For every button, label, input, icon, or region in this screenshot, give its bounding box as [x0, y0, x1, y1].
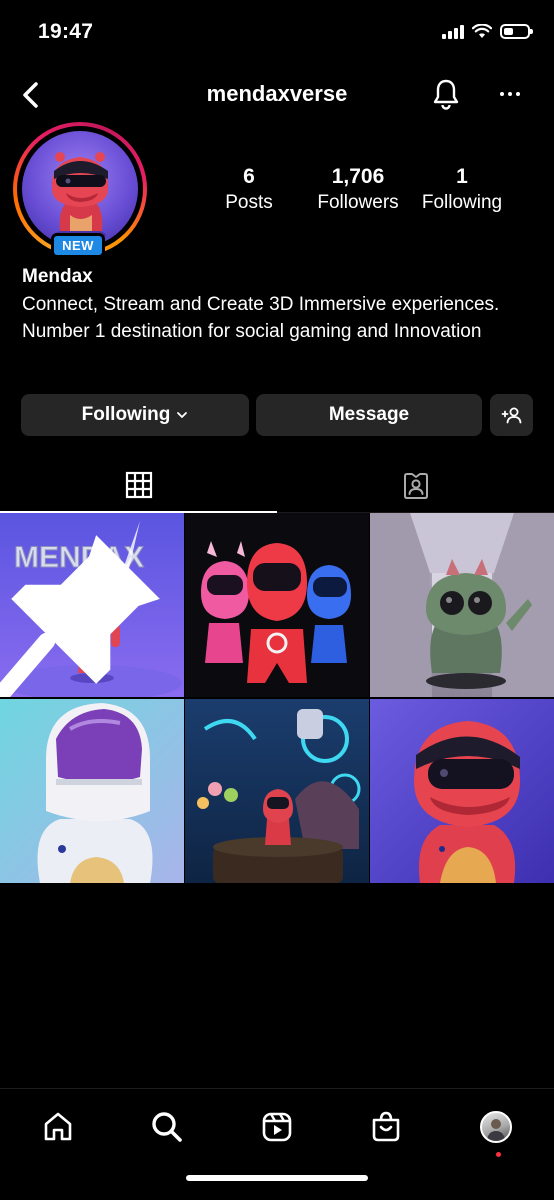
stat-posts[interactable]: 6 Posts	[210, 165, 288, 214]
profile-header: mendaxverse	[0, 66, 554, 124]
tagged-icon	[403, 472, 428, 499]
nav-profile[interactable]	[476, 1107, 516, 1147]
chevron-down-icon	[177, 412, 188, 418]
nav-search[interactable]	[147, 1107, 187, 1147]
stat-followers-count: 1,706	[331, 165, 385, 188]
reels-icon	[262, 1112, 292, 1142]
profile-display-name: Mendax	[22, 266, 93, 287]
dot	[500, 92, 504, 96]
stat-followers[interactable]: 1,706 Followers	[304, 165, 412, 214]
post-image	[370, 513, 554, 697]
shop-icon	[372, 1111, 400, 1142]
stat-posts-count: 6	[243, 165, 255, 188]
post-thumbnail[interactable]	[370, 513, 554, 697]
post-image	[370, 699, 554, 883]
suggested-users-button[interactable]	[490, 394, 533, 436]
battery-level	[504, 28, 513, 35]
profile-actions: Following Message	[21, 394, 533, 436]
tab-posts-grid[interactable]	[0, 458, 277, 513]
tab-tagged[interactable]	[277, 458, 554, 513]
following-button[interactable]: Following	[21, 394, 249, 436]
post-image	[185, 513, 369, 697]
posts-grid: MENDAX	[0, 513, 554, 883]
profile-bio: Connect, Stream and Create 3D Immersive …	[22, 294, 500, 342]
profile-avatar	[22, 131, 138, 247]
content-tabs	[0, 458, 554, 513]
stat-followers-label: Followers	[317, 192, 399, 213]
dot	[516, 92, 520, 96]
post-thumbnail[interactable]	[0, 699, 184, 883]
add-user-icon	[501, 407, 521, 424]
nav-reels[interactable]	[257, 1107, 297, 1147]
message-button[interactable]: Message	[256, 394, 482, 436]
grid-icon	[125, 471, 152, 498]
post-thumbnail[interactable]	[185, 699, 369, 883]
avatar-photo	[487, 1119, 505, 1141]
status-bar: 19:47	[0, 0, 554, 66]
nav-home[interactable]	[38, 1107, 78, 1147]
message-button-label: Message	[328, 404, 410, 425]
search-icon	[152, 1112, 182, 1142]
profile-username: mendaxverse	[206, 81, 348, 106]
profile-avatar	[480, 1111, 512, 1143]
post-image	[0, 699, 184, 883]
home-icon	[44, 1112, 72, 1141]
post-thumbnail[interactable]	[185, 513, 369, 697]
wifi-icon	[472, 24, 492, 38]
stat-following[interactable]: 1 Following	[412, 165, 512, 214]
notification-dot	[496, 1152, 501, 1157]
dot	[508, 92, 512, 96]
cellular-signal-icon	[442, 24, 464, 39]
bottom-navigation	[0, 1088, 554, 1200]
new-badge: NEW	[51, 233, 105, 258]
more-options-button[interactable]	[492, 76, 528, 112]
status-time: 19:47	[38, 20, 94, 43]
stat-posts-label: Posts	[225, 192, 273, 213]
following-button-label: Following	[81, 404, 171, 425]
pinned-icon	[0, 535, 160, 697]
bell-icon	[433, 79, 459, 110]
status-icons	[442, 24, 533, 39]
battery-icon	[500, 24, 533, 39]
post-thumbnail[interactable]: MENDAX	[0, 513, 184, 697]
notifications-button[interactable]	[428, 76, 464, 112]
post-thumbnail[interactable]	[370, 699, 554, 883]
home-indicator	[186, 1175, 368, 1181]
stat-following-count: 1	[456, 165, 468, 188]
avatar-character-image	[51, 152, 109, 241]
stat-following-label: Following	[421, 192, 503, 213]
nav-shop[interactable]	[366, 1107, 406, 1147]
post-image	[185, 699, 369, 883]
